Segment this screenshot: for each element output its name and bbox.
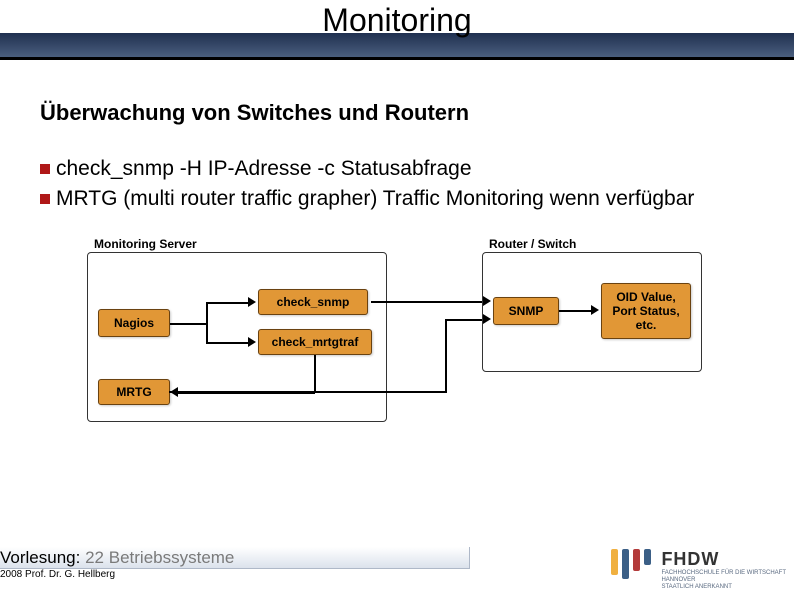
box-snmp: SNMP [493, 297, 559, 325]
logo-name: FHDW [661, 549, 786, 570]
bullet-item: check_snmp -H IP-Adresse -c Statusabfrag… [40, 156, 754, 182]
connector [206, 342, 250, 344]
group-label: Router / Switch [489, 237, 576, 251]
diagram: Monitoring Server Nagios MRTG check_snmp… [87, 234, 707, 434]
bullet-icon [40, 194, 50, 204]
connector [371, 301, 485, 303]
lecture-number: 22 [85, 548, 104, 567]
bullet-text: MRTG (multi router traffic grapher) Traf… [56, 186, 754, 212]
group-monitoring-server: Monitoring Server Nagios MRTG check_snmp… [87, 252, 387, 422]
bullet-item: MRTG (multi router traffic grapher) Traf… [40, 186, 754, 212]
connector [206, 302, 208, 324]
connector [170, 323, 206, 325]
connector [559, 310, 593, 312]
lecture-label: Vorlesung: [0, 548, 80, 567]
content-area: Überwachung von Switches und Routern che… [0, 60, 794, 434]
connector [206, 323, 208, 342]
box-oid: OID Value, Port Status, etc. [601, 283, 691, 339]
bullet-text: check_snmp -H IP-Adresse -c Statusabfrag… [56, 156, 754, 182]
box-mrtg: MRTG [98, 379, 170, 405]
logo-text: FHDW FACHHOCHSCHULE FÜR DIE WIRTSCHAFT H… [661, 549, 786, 591]
box-check-snmp: check_snmp [258, 289, 368, 315]
connector [206, 302, 250, 304]
connector [314, 355, 316, 393]
logo-subtext: FACHHOCHSCHULE FÜR DIE WIRTSCHAFT [661, 570, 786, 577]
box-check-mrtgtraf: check_mrtgtraf [258, 329, 372, 355]
arrow-icon [591, 305, 599, 315]
logo-subtext: HANNOVER [661, 577, 786, 584]
footer: Vorlesung: 22 Betriebssysteme 2008 Prof.… [0, 547, 794, 595]
copyright: 2008 Prof. Dr. G. Hellberg [0, 569, 115, 580]
subtitle: Überwachung von Switches und Routern [40, 100, 754, 126]
logo-subtext: STAATLICH ANERKANNT [661, 584, 786, 591]
page-title: Monitoring [0, 2, 794, 39]
connector [445, 319, 485, 321]
arrow-icon [248, 297, 256, 307]
box-nagios: Nagios [98, 309, 170, 337]
arrow-icon [248, 337, 256, 347]
footer-bar: Vorlesung: 22 Betriebssysteme [0, 547, 470, 569]
group-label: Monitoring Server [94, 237, 197, 251]
group-router-switch: Router / Switch SNMP OID Value, Port Sta… [482, 252, 702, 372]
bullet-icon [40, 164, 50, 174]
logo: FHDW FACHHOCHSCHULE FÜR DIE WIRTSCHAFT H… [611, 549, 786, 591]
connector [445, 319, 447, 392]
lecture-name: Betriebssysteme [109, 548, 235, 567]
connector [169, 391, 447, 393]
logo-shapes-icon [611, 549, 655, 579]
title-bar: Monitoring [0, 0, 794, 60]
